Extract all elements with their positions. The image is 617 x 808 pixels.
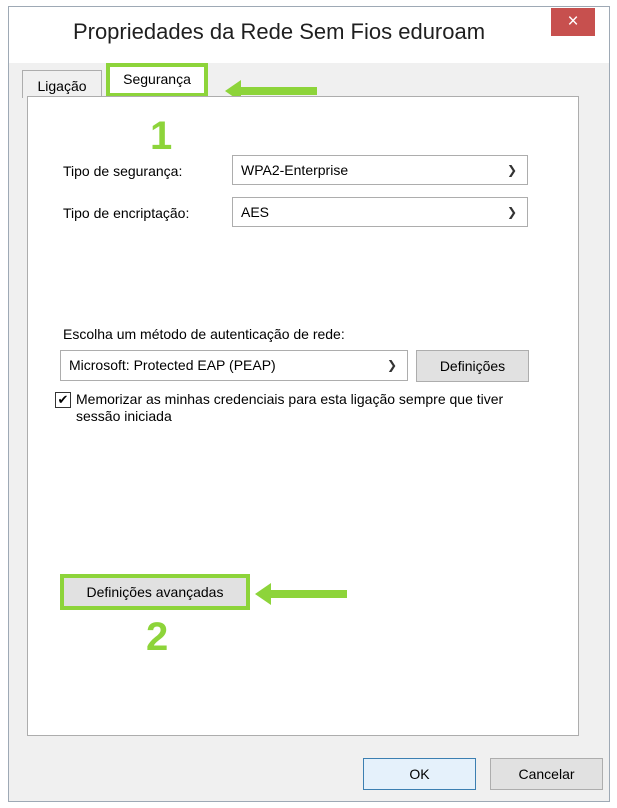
- chevron-down-icon: ❯: [506, 205, 517, 219]
- chevron-down-icon: ❯: [506, 163, 517, 177]
- auth-method-value: Microsoft: Protected EAP (PEAP): [69, 357, 276, 373]
- step-number-2: 2: [146, 615, 169, 659]
- encryption-type-value: AES: [241, 204, 270, 220]
- window-title: Propriedades da Rede Sem Fios eduroam: [72, 19, 486, 44]
- remember-credentials-checkbox[interactable]: ✔: [55, 392, 71, 408]
- security-type-select[interactable]: WPA2-Enterprise ❯: [232, 155, 528, 185]
- arrow-annotation-2: [255, 583, 347, 605]
- close-icon: ×: [567, 11, 579, 32]
- chevron-down-icon: ❯: [386, 358, 397, 372]
- check-icon: ✔: [57, 392, 69, 407]
- security-type-value: WPA2-Enterprise: [241, 162, 349, 178]
- step-number-1: 1: [150, 114, 173, 158]
- tab-seguranca[interactable]: Segurança: [106, 63, 208, 97]
- auth-settings-button[interactable]: Definições: [416, 350, 529, 382]
- auth-method-select[interactable]: Microsoft: Protected EAP (PEAP) ❯: [60, 350, 408, 381]
- cancel-button[interactable]: Cancelar: [490, 758, 603, 790]
- ok-button[interactable]: OK: [363, 758, 476, 790]
- remember-credentials-label: Memorizar as minhas credenciais para est…: [76, 391, 504, 424]
- encryption-type-label: Tipo de encriptação:: [63, 205, 190, 221]
- advanced-settings-button[interactable]: Definições avançadas: [60, 574, 250, 610]
- close-button[interactable]: ×: [551, 8, 595, 36]
- encryption-type-select[interactable]: AES ❯: [232, 197, 528, 227]
- tab-ligacao[interactable]: Ligação: [22, 70, 102, 98]
- auth-method-label: Escolha um método de autenticação de red…: [63, 326, 345, 342]
- title-bar: Propriedades da Rede Sem Fios eduroam ×: [9, 7, 609, 63]
- security-type-label: Tipo de segurança:: [63, 163, 183, 179]
